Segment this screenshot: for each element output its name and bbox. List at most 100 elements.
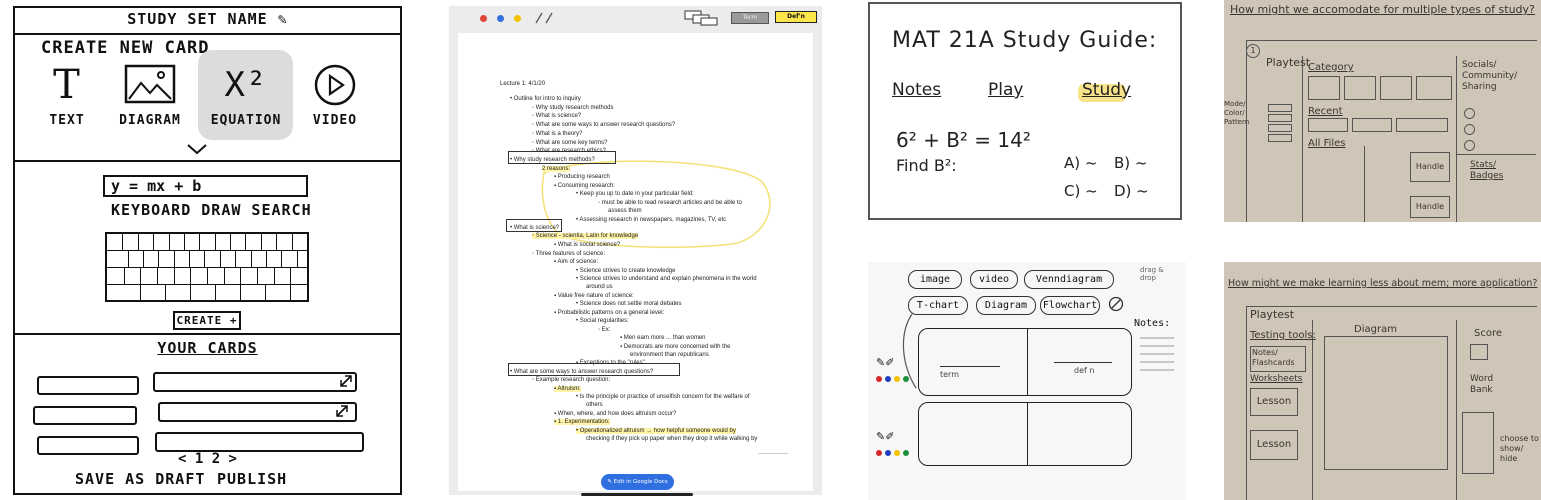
answer-b[interactable]: B) ~: [1114, 154, 1147, 172]
no-symbol-icon[interactable]: [1108, 296, 1124, 312]
color-yellow[interactable]: [894, 450, 900, 456]
category-tile[interactable]: [1344, 76, 1376, 100]
keyboard-key[interactable]: [123, 267, 125, 284]
chip-flowchart[interactable]: Flowchart: [1040, 296, 1100, 315]
keyboard-key[interactable]: [157, 267, 158, 284]
input-mode-tabs[interactable]: KEYBOARD DRAW SEARCH: [111, 201, 312, 219]
keyboard-key[interactable]: [173, 267, 175, 284]
edit-in-google-docs-button[interactable]: ✎ Edit in Google Docs: [601, 474, 674, 490]
expand-icon[interactable]: [335, 404, 349, 418]
lesson-box[interactable]: Lesson: [1250, 388, 1298, 416]
keyboard-key[interactable]: [122, 234, 124, 250]
tab-notes[interactable]: Notes: [892, 80, 941, 100]
keyboard-key[interactable]: [168, 234, 170, 250]
card-definition[interactable]: [158, 402, 357, 422]
keyboard-key[interactable]: [207, 267, 208, 284]
card-type-equation[interactable]: X² EQUATION: [201, 63, 291, 128]
notes-flashcards-box[interactable]: Notes/ Flashcards: [1250, 346, 1306, 372]
keyboard-key[interactable]: [137, 234, 139, 250]
chip-diagram[interactable]: Diagram: [976, 296, 1036, 315]
keyboard-key[interactable]: [290, 284, 292, 300]
keyboard[interactable]: [105, 232, 309, 302]
answer-a[interactable]: A) ~: [1064, 154, 1097, 172]
keyboard-key[interactable]: [158, 250, 160, 267]
keyboard-key[interactable]: [296, 250, 298, 267]
create-button[interactable]: CREATE +: [173, 311, 241, 330]
keyboard-key[interactable]: [257, 267, 258, 284]
card-type-video[interactable]: VIDEO: [305, 63, 365, 128]
category-tile[interactable]: [1380, 76, 1412, 100]
chip-image[interactable]: image: [908, 270, 962, 289]
keyboard-key[interactable]: [223, 267, 225, 284]
lesson-box[interactable]: Lesson: [1250, 430, 1298, 460]
color-green[interactable]: [903, 376, 909, 382]
chip-video[interactable]: video: [970, 270, 1018, 289]
pen-tools-icon[interactable]: ✎✐: [876, 356, 894, 369]
keyboard-key[interactable]: [219, 250, 221, 267]
keyboard-key[interactable]: [290, 267, 292, 284]
color-yellow[interactable]: [894, 376, 900, 382]
yellow-dot-icon[interactable]: [514, 15, 521, 22]
red-dot-icon[interactable]: [480, 15, 487, 22]
keyboard-key[interactable]: [190, 267, 192, 284]
handle-box[interactable]: Handle: [1410, 152, 1450, 182]
keyboard-key[interactable]: [276, 234, 278, 250]
expand-icon[interactable]: [339, 374, 353, 388]
keyboard-key[interactable]: [153, 234, 155, 250]
recent-tile[interactable]: [1308, 118, 1348, 132]
pen-tools-icon[interactable]: [534, 12, 556, 24]
chip-venn-diagram[interactable]: Venndiagram: [1024, 270, 1114, 289]
keyboard-key[interactable]: [140, 267, 142, 284]
pagination[interactable]: < 1 2 >: [15, 451, 400, 467]
term-button[interactable]: Term: [731, 12, 769, 24]
keyboard-key[interactable]: [235, 250, 237, 267]
category-tile[interactable]: [1416, 76, 1452, 100]
chevron-down-icon[interactable]: [186, 143, 208, 155]
keyboard-key[interactable]: [260, 234, 262, 250]
recent-tile[interactable]: [1396, 118, 1448, 132]
color-red[interactable]: [876, 450, 882, 456]
keyboard-key[interactable]: [250, 250, 252, 267]
keyboard-key[interactable]: [230, 234, 232, 250]
study-set-name-title[interactable]: STUDY SET NAME ✎: [15, 10, 400, 28]
keyboard-key[interactable]: [240, 284, 242, 300]
equation-input[interactable]: y = mx + b: [103, 175, 308, 197]
keyboard-key[interactable]: [183, 234, 185, 250]
keyboard-key[interactable]: [245, 234, 247, 250]
color-red[interactable]: [876, 376, 882, 382]
flashcard[interactable]: [918, 402, 1132, 466]
keyboard-key[interactable]: [199, 234, 201, 250]
keyboard-key[interactable]: [189, 250, 191, 267]
color-blue[interactable]: [885, 450, 891, 456]
card-type-diagram[interactable]: DIAGRAM: [110, 63, 190, 128]
tab-play[interactable]: Play: [988, 80, 1023, 100]
tab-study[interactable]: Study: [1082, 80, 1131, 100]
keyboard-key[interactable]: [140, 284, 142, 300]
pen-tools-icon[interactable]: ✎✐: [876, 430, 894, 443]
publish-button[interactable]: PUBLISH: [217, 470, 287, 488]
answer-c[interactable]: C) ~: [1064, 182, 1098, 200]
keyboard-key[interactable]: [273, 267, 275, 284]
keyboard-key[interactable]: [165, 284, 167, 300]
card-definition[interactable]: [155, 432, 364, 452]
flashcards-icon[interactable]: [683, 9, 719, 26]
keyboard-key[interactable]: [240, 267, 242, 284]
answer-d[interactable]: D) ~: [1114, 182, 1149, 200]
keyboard-key[interactable]: [281, 250, 283, 267]
definition-button[interactable]: Def'n: [775, 11, 817, 23]
keyboard-key[interactable]: [127, 250, 129, 267]
keyboard-key[interactable]: [204, 250, 206, 267]
keyboard-key[interactable]: [214, 234, 216, 250]
card-type-text[interactable]: T TEXT: [37, 63, 97, 128]
diagram-area[interactable]: [1324, 336, 1448, 470]
keyboard-key[interactable]: [215, 284, 217, 300]
card-definition[interactable]: [153, 372, 357, 392]
color-blue[interactable]: [885, 376, 891, 382]
color-green[interactable]: [903, 450, 909, 456]
category-tile[interactable]: [1308, 76, 1340, 100]
save-draft-button[interactable]: SAVE AS DRAFT: [75, 470, 205, 488]
card-term[interactable]: [33, 406, 137, 425]
keyboard-key[interactable]: [265, 284, 267, 300]
keyboard-key[interactable]: [291, 234, 293, 250]
word-bank-box[interactable]: [1462, 412, 1494, 474]
